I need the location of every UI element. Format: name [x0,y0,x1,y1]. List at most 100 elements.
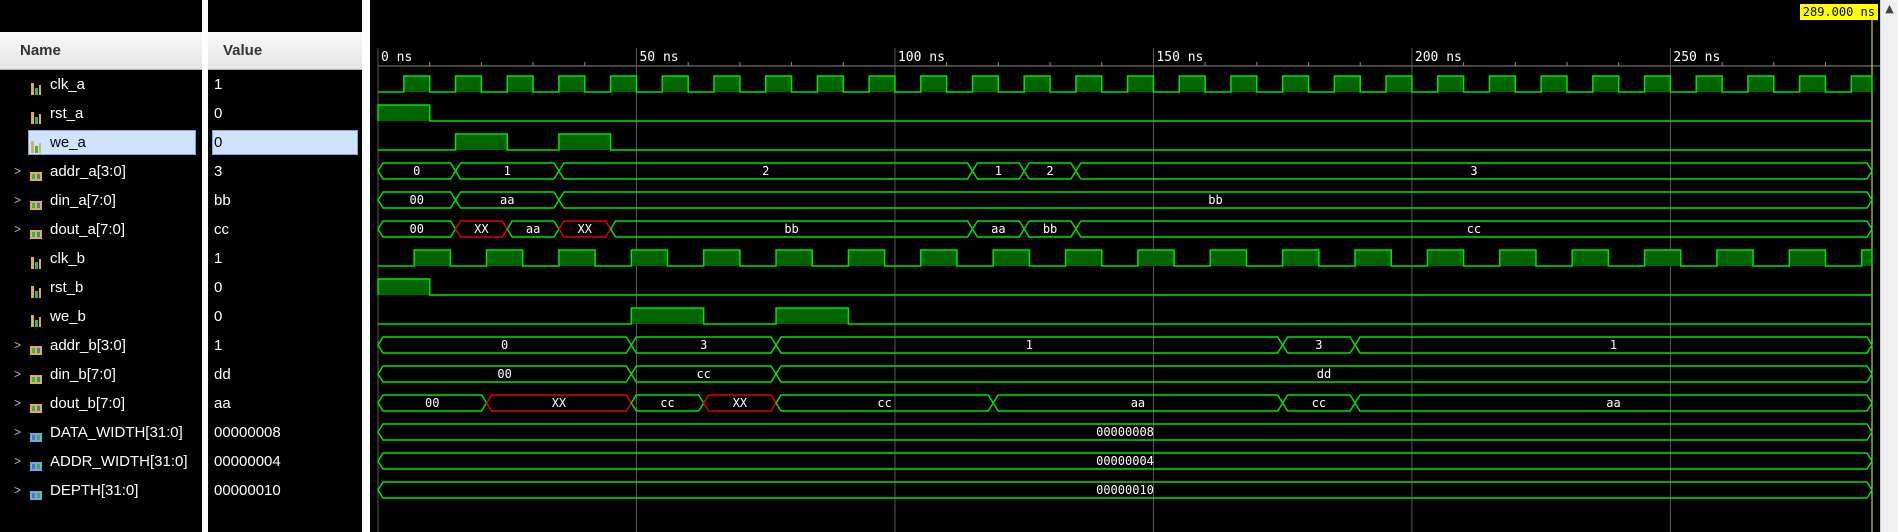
signal-name: ADDR_WIDTH[31:0] [50,453,188,470]
signal-name: dout_a[7:0] [50,221,126,238]
signal-value-cell[interactable]: cc [208,215,362,244]
bus-value-label: 2 [762,164,769,178]
signal-row[interactable]: we_b [0,302,202,331]
wave-trace [377,104,1872,122]
waveform-pane[interactable]: 0 ns 50 ns 100 ns 150 ns 200 ns 250 ns 0 1 2 1 2 3 0… [370,0,1880,532]
signal-value-cell[interactable]: 0 [208,302,362,331]
signal-value: 1 [214,337,223,354]
pane-splitter-values[interactable] [362,0,370,532]
signal-row[interactable]: > din_b[7:0] [0,360,202,389]
wave-high-fill [631,308,704,324]
bus-value-label: XX [552,396,567,410]
signal-row[interactable]: we_a [0,128,202,157]
signal-row[interactable]: rst_b [0,273,202,302]
signal-value-cell[interactable]: 0 [208,128,362,157]
wave-high-fill [776,308,849,324]
signal-name: din_b[7:0] [50,366,116,383]
signal-value-cell[interactable]: 0 [208,273,362,302]
signal-value-cell[interactable]: 00000010 [208,476,362,505]
signal-value: 00000008 [214,424,281,441]
wave-high-fill [1799,76,1826,92]
chevron-right-icon[interactable]: > [14,447,24,476]
signal-row[interactable]: clk_a [0,70,202,99]
bit-icon [29,135,43,153]
chevron-right-icon[interactable]: > [14,157,24,186]
scroll-up-icon[interactable]: ▲ [1881,2,1898,15]
bus-value-label: 2 [1046,164,1053,178]
signal-row[interactable]: clk_b [0,244,202,273]
chevron-right-icon[interactable]: > [14,186,24,215]
signal-row[interactable]: > addr_a[3:0] [0,157,202,186]
signal-name: rst_b [50,279,84,296]
signal-name: addr_b[3:0] [50,337,126,354]
time-tick-label: 200 ns [1415,50,1462,65]
signal-value-cell[interactable]: 3 [208,157,362,186]
chevron-right-icon[interactable]: > [14,389,24,418]
wave-high-fill [1230,76,1257,92]
bus-value-label: 00 [410,222,424,236]
chevron-right-icon[interactable]: > [14,476,24,505]
bus-icon [29,338,43,355]
wave-high-fill [1644,250,1681,266]
wave-high-fill [507,76,534,92]
bus-value-label: 1 [504,164,511,178]
signal-row[interactable]: > addr_b[3:0] [0,331,202,360]
wave-high-fill [1024,76,1051,92]
signal-value-cell[interactable]: bb [208,186,362,215]
wave-high-fill [714,76,740,92]
waveform-canvas[interactable]: 0 ns 50 ns 100 ns 150 ns 200 ns 250 ns 0 1 2 1 2 3 0… [370,0,1880,532]
signal-row[interactable]: > DATA_WIDTH[31:0] [0,418,202,447]
wave-trace [377,278,1872,296]
param-icon [29,425,43,442]
signal-value-cell[interactable]: 00000008 [208,418,362,447]
signal-value-cell[interactable]: 0 [208,99,362,128]
vertical-scrollbar[interactable]: ▲ [1880,0,1898,532]
param-icon [29,454,43,471]
wave-high-fill [455,76,482,92]
signal-value-cell[interactable]: 1 [208,244,362,273]
signal-value-cell[interactable]: 1 [208,331,362,360]
bit-icon [29,280,43,298]
signal-value-cell[interactable]: 00000004 [208,447,362,476]
wave-high-fill [703,250,740,266]
chevron-right-icon[interactable]: > [14,360,24,389]
signal-value: cc [214,221,229,238]
wave-high-fill [1427,250,1464,266]
bus-value-label: 00 [410,193,424,207]
wave-high-fill [1179,76,1206,92]
wave-high-fill [1334,76,1361,92]
bus-value-label: 1 [1026,338,1033,352]
bus-icon [29,164,43,181]
wave-high-fill [610,76,637,92]
signal-value-cell[interactable]: aa [208,389,362,418]
signal-name: clk_b [50,250,86,267]
bus-icon [29,193,43,210]
signal-row[interactable]: > dout_b[7:0] [0,389,202,418]
bus-icon [29,222,43,239]
signal-value-cell[interactable]: 1 [208,70,362,99]
signal-name: DATA_WIDTH[31:0] [50,424,183,441]
bus-value-label: bb [1208,193,1222,207]
signal-value: 1 [214,76,223,93]
chevron-right-icon[interactable]: > [14,331,24,360]
bus-value-label: 00000004 [1096,454,1154,468]
bus-value-label: cc [696,367,710,381]
value-column-header[interactable]: Value [208,32,362,70]
bus-value-label: 3 [1315,338,1322,352]
name-column-header[interactable]: Name [0,32,202,70]
signal-value-cell[interactable]: dd [208,360,362,389]
signal-name: clk_a [50,76,86,93]
chevron-right-icon[interactable]: > [14,215,24,244]
bus-value-label: XX [474,222,489,236]
signal-row[interactable]: > dout_a[7:0] [0,215,202,244]
bus-icon [29,396,43,413]
signal-row[interactable]: > ADDR_WIDTH[31:0] [0,447,202,476]
signal-row[interactable]: > din_a[7:0] [0,186,202,215]
signal-value: dd [214,366,231,383]
signal-row[interactable]: rst_a [0,99,202,128]
bus-value-label: 00000010 [1096,483,1154,497]
chevron-right-icon[interactable]: > [14,418,24,447]
bit-icon [29,251,43,269]
signal-row[interactable]: > DEPTH[31:0] [0,476,202,505]
bus-value-label: 3 [700,338,707,352]
